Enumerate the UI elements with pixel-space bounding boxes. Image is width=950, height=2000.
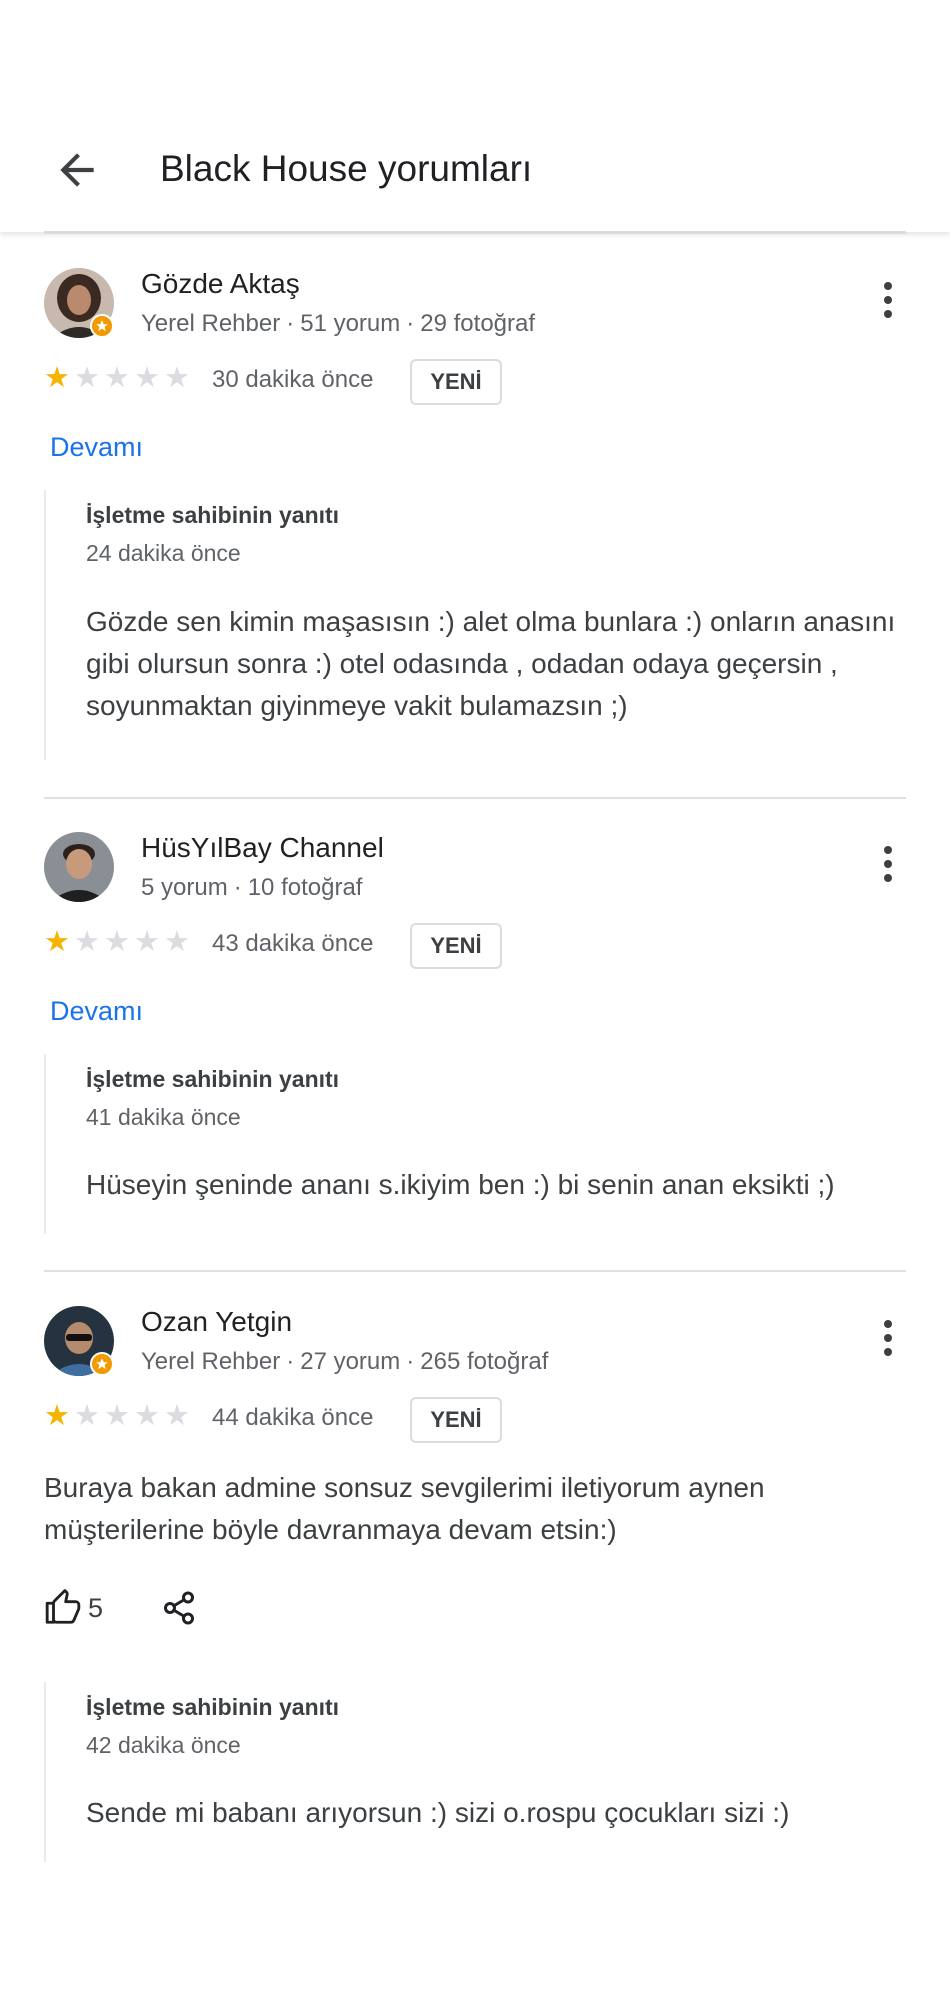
reviewer-meta: Yerel Rehber · 27 yorum · 265 fotoğraf xyxy=(141,1348,549,1375)
meta-photo-count: 10 fotoğraf xyxy=(247,874,363,901)
owner-reply-text: Hüseyin şeninde ananı s.ikiyim ben :) bi… xyxy=(86,1169,835,1200)
star-empty-icon: ★ xyxy=(134,926,160,958)
reviewer-name[interactable]: Ozan Yetgin xyxy=(141,1306,292,1338)
new-badge: YENİ xyxy=(410,923,502,969)
like-button[interactable]: 5 xyxy=(44,1589,103,1627)
read-more-link[interactable]: Devamı xyxy=(50,432,143,463)
review-divider xyxy=(44,797,906,799)
read-more-link[interactable]: Devamı xyxy=(50,996,143,1027)
local-guide-badge xyxy=(90,314,114,338)
reviewer-name[interactable]: HüsYılBay Channel xyxy=(141,832,384,864)
review-time: 30 dakika önce xyxy=(212,366,374,393)
meta-local-guide: Yerel Rehber xyxy=(141,310,281,337)
star-filled-icon: ★ xyxy=(44,926,70,958)
star-rating: ★ ★ ★ ★ ★ xyxy=(44,928,190,957)
reviewer-meta: 5 yorum · 10 fotoğraf xyxy=(141,874,363,901)
more-vert-icon xyxy=(884,282,892,318)
meta-review-count: 27 yorum xyxy=(300,1348,401,1375)
review-divider xyxy=(44,1270,906,1272)
star-filled-icon: ★ xyxy=(44,362,70,394)
reviewer-meta: Yerel Rehber · 51 yorum · 29 fotoğraf xyxy=(141,310,536,337)
review-actions: 5 xyxy=(44,1589,197,1627)
star-empty-icon: ★ xyxy=(164,1400,190,1432)
star-empty-icon: ★ xyxy=(104,926,130,958)
owner-reply-label: İşletme sahibinin yanıtı xyxy=(86,1066,340,1092)
owner-reply-text: Gözde sen kimin maşasısın :) alet olma b… xyxy=(86,606,896,721)
star-empty-icon: ★ xyxy=(74,1400,100,1432)
back-button[interactable] xyxy=(52,145,102,195)
review-time: 44 dakika önce xyxy=(212,1404,374,1431)
more-vert-icon xyxy=(884,846,892,882)
new-badge: YENİ xyxy=(410,1397,502,1443)
star-empty-icon: ★ xyxy=(104,362,130,394)
meta-review-count: 51 yorum xyxy=(300,310,401,337)
star-icon xyxy=(96,1358,108,1370)
star-empty-icon: ★ xyxy=(74,926,100,958)
owner-reply-text: Sende mi babanı arıyorsun :) sizi o.rosp… xyxy=(86,1797,790,1828)
more-options-button[interactable] xyxy=(868,1314,908,1362)
reviewer-name[interactable]: Gözde Aktaş xyxy=(141,268,300,300)
share-icon xyxy=(164,1591,195,1625)
owner-reply: İşletme sahibinin yanıtı 41 dakika önce … xyxy=(44,1054,904,1234)
avatar[interactable] xyxy=(44,832,114,902)
more-options-button[interactable] xyxy=(868,840,908,888)
meta-photo-count: 265 fotoğraf xyxy=(420,1348,549,1375)
star-empty-icon: ★ xyxy=(104,1400,130,1432)
star-empty-icon: ★ xyxy=(134,1400,160,1432)
app-header: Black House yorumları xyxy=(0,0,950,232)
thumb-up-icon xyxy=(45,1589,81,1624)
star-rating: ★ ★ ★ ★ ★ xyxy=(44,1402,190,1431)
star-empty-icon: ★ xyxy=(164,362,190,394)
owner-reply-time: 41 dakika önce xyxy=(86,1104,241,1130)
review-text: Buraya bakan admine sonsuz sevgilerimi i… xyxy=(44,1472,765,1545)
star-icon xyxy=(96,320,108,332)
more-vert-icon xyxy=(884,1320,892,1356)
star-rating: ★ ★ ★ ★ ★ xyxy=(44,364,190,393)
star-empty-icon: ★ xyxy=(164,926,190,958)
meta-review-count: 5 yorum xyxy=(141,874,228,901)
page-title: Black House yorumları xyxy=(160,148,533,189)
more-options-button[interactable] xyxy=(868,276,908,324)
new-badge: YENİ xyxy=(410,359,502,405)
owner-reply-time: 42 dakika önce xyxy=(86,1732,241,1758)
local-guide-badge xyxy=(90,1352,114,1376)
meta-local-guide: Yerel Rehber xyxy=(141,1348,281,1375)
meta-photo-count: 29 fotoğraf xyxy=(420,310,536,337)
share-button[interactable] xyxy=(161,1590,197,1626)
owner-reply-time: 24 dakika önce xyxy=(86,540,241,566)
review-time: 43 dakika önce xyxy=(212,930,374,957)
owner-reply: İşletme sahibinin yanıtı 42 dakika önce … xyxy=(44,1682,904,1862)
like-count: 5 xyxy=(88,1592,104,1623)
arrow-back-icon xyxy=(60,153,94,187)
owner-reply-label: İşletme sahibinin yanıtı xyxy=(86,1694,340,1720)
star-filled-icon: ★ xyxy=(44,1400,70,1432)
star-empty-icon: ★ xyxy=(134,362,160,394)
owner-reply: İşletme sahibinin yanıtı 24 dakika önce … xyxy=(44,490,904,760)
header-divider xyxy=(44,231,906,234)
star-empty-icon: ★ xyxy=(74,362,100,394)
owner-reply-label: İşletme sahibinin yanıtı xyxy=(86,502,340,528)
